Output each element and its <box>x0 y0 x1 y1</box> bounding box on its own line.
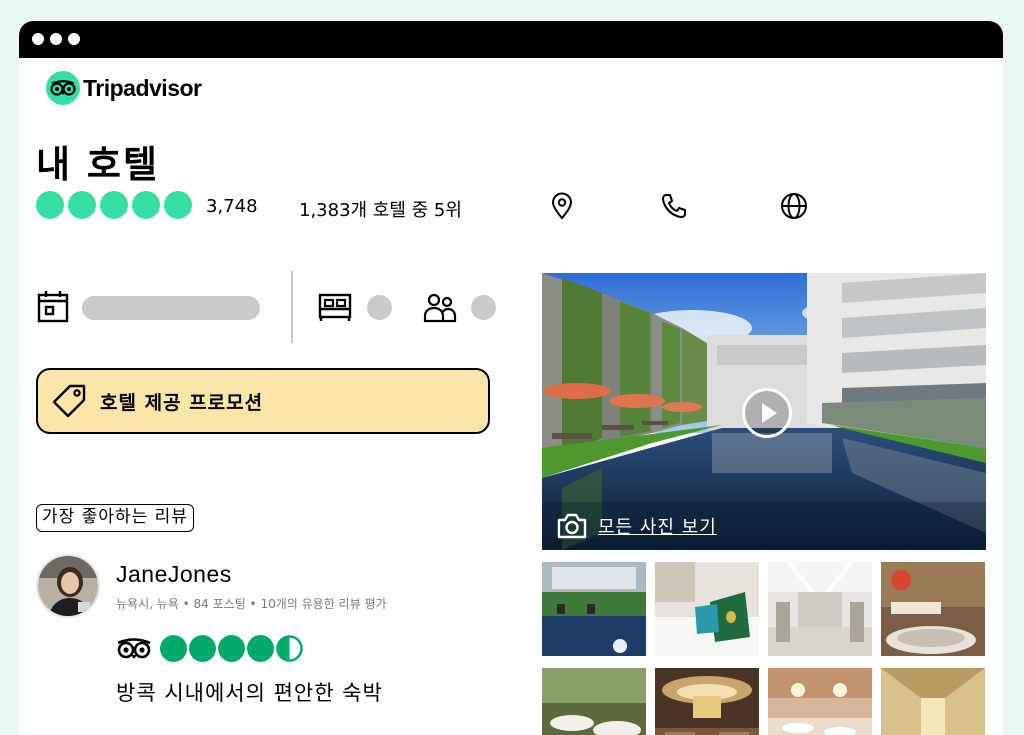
browser-window: Tripadvisor 내 호텔 3,748 1,383개 호텔 중 5위 호텔… <box>19 21 1003 735</box>
tripadvisor-logo[interactable]: Tripadvisor <box>46 71 202 105</box>
phone-icon[interactable] <box>659 191 689 221</box>
hotel-main-photo[interactable]: 모든 사진 보기 <box>542 273 986 550</box>
divider <box>291 271 293 343</box>
hotel-ranking[interactable]: 1,383개 호텔 중 5위 <box>299 196 462 222</box>
date-field-placeholder[interactable] <box>82 296 260 320</box>
rating-bubble-icon <box>164 191 192 219</box>
review-rating-half-bubble-icon <box>276 635 303 662</box>
page-title: 내 호텔 <box>36 143 160 186</box>
avatar[interactable] <box>36 554 100 618</box>
thumb-spa[interactable] <box>881 562 985 656</box>
review-count[interactable]: 3,748 <box>206 196 258 217</box>
window-titlebar <box>19 21 1003 58</box>
hotel-rating-row: 3,748 1,383개 호텔 중 5위 <box>36 191 936 221</box>
owl-icon <box>117 638 151 659</box>
thumb-restaurant[interactable] <box>542 668 646 735</box>
thumb-bedroom[interactable] <box>655 562 759 656</box>
rating-bubble-icon <box>36 191 64 219</box>
camera-icon <box>557 513 587 539</box>
favorite-reviews-label: 가장 좋아하는 리뷰 <box>36 504 194 532</box>
window-dot-icon <box>50 33 62 45</box>
guests-field-placeholder[interactable] <box>471 295 496 320</box>
calendar-icon[interactable] <box>36 290 70 324</box>
promotion-label: 호텔 제공 프로모션 <box>100 391 264 414</box>
brand-name: Tripadvisor <box>83 74 202 101</box>
reviewer-name[interactable]: JaneJones <box>116 561 232 588</box>
rating-bubble-icon <box>100 191 128 219</box>
rating-bubble-icon <box>132 191 160 219</box>
guests-icon[interactable] <box>422 291 458 323</box>
window-dot-icon <box>68 33 80 45</box>
thumb-lounge[interactable] <box>655 668 759 735</box>
window-dot-icon <box>32 33 44 45</box>
thumb-pool[interactable] <box>542 562 646 656</box>
hotel-promotion-button[interactable]: 호텔 제공 프로모션 <box>36 368 490 434</box>
thumb-lobby[interactable] <box>768 562 872 656</box>
review-rating-bubble-icon <box>189 635 216 662</box>
price-tag-icon <box>52 384 86 418</box>
view-all-photos-label: 모든 사진 보기 <box>598 517 717 538</box>
rooms-field-placeholder[interactable] <box>367 295 392 320</box>
view-all-photos-link[interactable]: 모든 사진 보기 <box>542 502 986 550</box>
globe-icon[interactable] <box>779 191 809 221</box>
review-rating-bubble-icon <box>247 635 274 662</box>
thumb-ballroom[interactable] <box>768 668 872 735</box>
play-video-icon[interactable] <box>741 387 793 439</box>
owl-logo-icon <box>46 71 80 105</box>
review-rating-bubble-icon <box>218 635 245 662</box>
location-pin-icon[interactable] <box>547 191 577 221</box>
review-rating-bubble-icon <box>160 635 187 662</box>
rating-bubble-icon <box>68 191 96 219</box>
bed-icon[interactable] <box>317 292 353 322</box>
thumb-hallway[interactable] <box>881 668 985 735</box>
reviewer-meta: 뉴욕시, 뉴욕 • 84 포스팅 • 10개의 유용한 리뷰 평가 <box>116 597 387 611</box>
review-title[interactable]: 방콕 시내에서의 편안한 숙박 <box>116 677 383 707</box>
